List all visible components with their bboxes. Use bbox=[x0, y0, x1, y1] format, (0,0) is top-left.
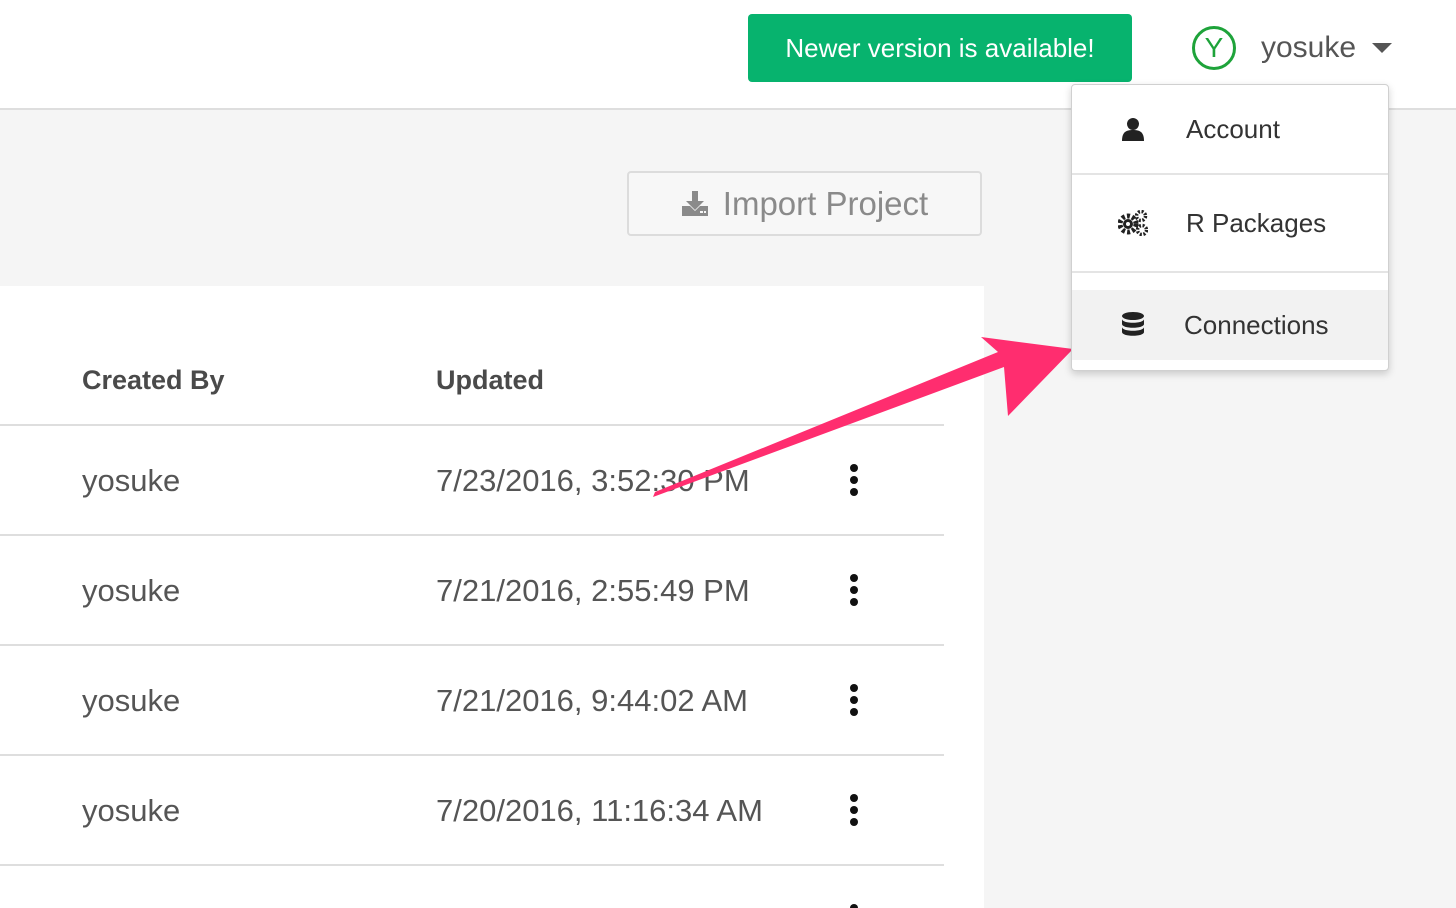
column-header-created-by[interactable]: Created By bbox=[82, 365, 225, 396]
menu-item-account[interactable]: Account bbox=[1072, 85, 1388, 173]
row-updated: 7/21/2016, 2:55:49 PM bbox=[436, 573, 750, 608]
user-name: yosuke bbox=[1261, 31, 1357, 64]
database-icon bbox=[1118, 310, 1148, 340]
column-header-updated[interactable]: Updated bbox=[436, 365, 544, 396]
row-updated: 7/23/2016, 3:52:30 PM bbox=[436, 463, 750, 498]
import-project-button[interactable]: Import Project bbox=[627, 171, 982, 236]
download-icon bbox=[681, 190, 708, 216]
user-menu-toggle[interactable]: Y yosuke bbox=[1192, 22, 1393, 74]
row-created-by: yosuke bbox=[82, 793, 181, 828]
row-menu-icon[interactable] bbox=[844, 462, 864, 502]
divider bbox=[0, 424, 944, 426]
newer-version-button[interactable]: Newer version is available! bbox=[748, 14, 1132, 82]
menu-item-r-packages[interactable]: R Packages bbox=[1072, 175, 1388, 271]
gears-icon bbox=[1118, 208, 1148, 238]
menu-item-label: Account bbox=[1186, 113, 1280, 144]
divider bbox=[0, 644, 944, 646]
menu-divider bbox=[1072, 271, 1388, 273]
row-updated: 7/20/2016, 11:16:34 AM bbox=[436, 793, 763, 828]
divider bbox=[0, 534, 944, 536]
avatar: Y bbox=[1192, 26, 1236, 70]
divider bbox=[0, 864, 944, 866]
row-created-by: yosuke bbox=[82, 683, 181, 718]
menu-item-connections[interactable]: Connections bbox=[1072, 290, 1388, 360]
user-icon bbox=[1118, 114, 1148, 144]
row-updated: 7/21/2016, 9:44:02 AM bbox=[436, 683, 748, 718]
row-menu-icon[interactable] bbox=[844, 902, 864, 908]
row-created-by: yosuke bbox=[82, 573, 181, 608]
import-project-label: Import Project bbox=[722, 184, 929, 222]
row-created-by: yosuke bbox=[82, 463, 181, 498]
row-menu-icon[interactable] bbox=[844, 572, 864, 612]
row-menu-icon[interactable] bbox=[844, 792, 864, 832]
menu-item-label: Connections bbox=[1184, 309, 1329, 340]
caret-down-icon bbox=[1372, 43, 1393, 53]
row-menu-icon[interactable] bbox=[844, 682, 864, 722]
user-dropdown-menu: Account R Packages Connections bbox=[1071, 84, 1389, 371]
menu-item-label: R Packages bbox=[1186, 207, 1327, 238]
divider bbox=[0, 754, 944, 756]
